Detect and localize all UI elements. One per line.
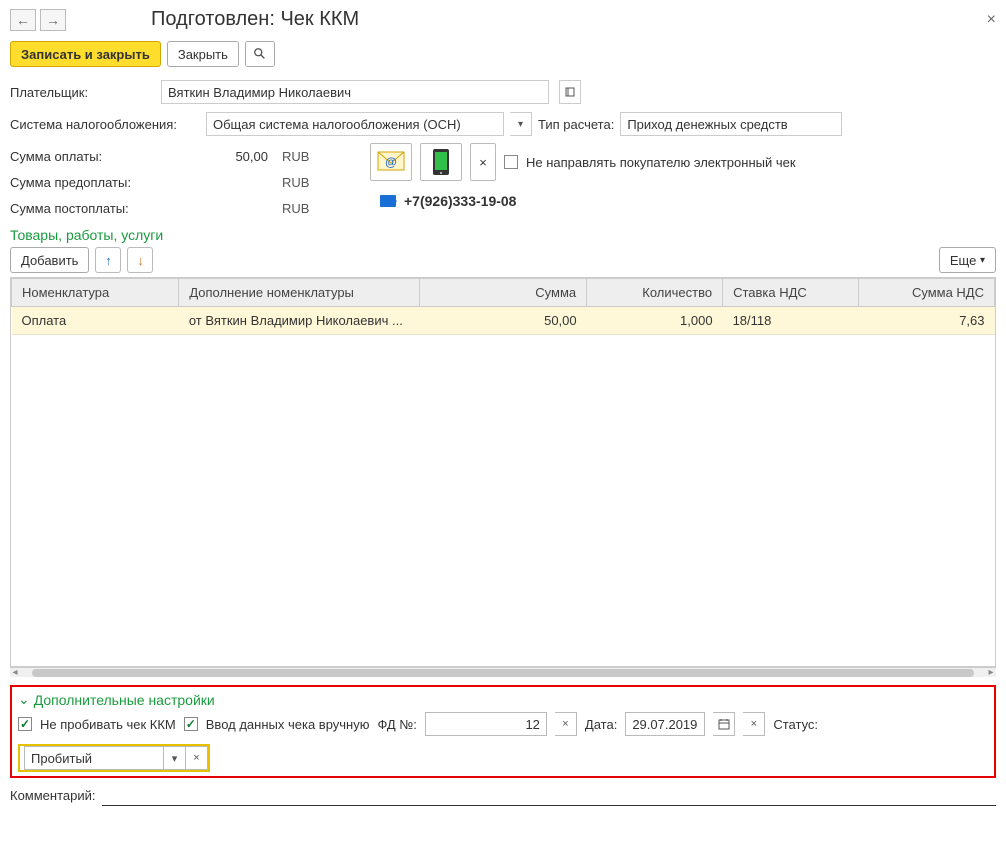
- calendar-icon: [718, 718, 730, 730]
- sum-prepay-label: Сумма предоплаты:: [10, 175, 170, 190]
- date-clear-button[interactable]: ×: [743, 712, 765, 736]
- sum-pay-value: 50,00: [176, 149, 276, 164]
- scroll-left-icon: ◂: [10, 667, 20, 678]
- fd-number-input[interactable]: 12: [425, 712, 547, 736]
- horizontal-scrollbar[interactable]: ◂ ▸: [10, 667, 996, 677]
- email-delivery-button[interactable]: @: [370, 143, 412, 181]
- more-label: Еще: [950, 253, 976, 268]
- status-clear-button[interactable]: ×: [186, 746, 208, 770]
- comment-input[interactable]: [102, 784, 997, 806]
- goods-table[interactable]: Номенклатура Дополнение номенклатуры Сум…: [10, 277, 996, 667]
- col-nomenclature[interactable]: Номенклатура: [12, 279, 179, 307]
- date-picker-button[interactable]: [713, 712, 735, 736]
- move-down-button[interactable]: ↓: [127, 247, 153, 273]
- chevron-down-icon: [18, 691, 30, 708]
- sum-postpay-label: Сумма постоплаты:: [10, 201, 170, 216]
- cell-qty[interactable]: 1,000: [587, 307, 723, 335]
- comment-label: Комментарий:: [10, 788, 96, 803]
- phone-number: +7(926)333-19-08: [404, 193, 516, 209]
- sum-pay-label: Сумма оплаты:: [10, 149, 170, 164]
- scrollbar-thumb[interactable]: [32, 669, 974, 677]
- arrow-up-icon: ↑: [105, 253, 112, 268]
- add-row-button[interactable]: Добавить: [10, 247, 89, 273]
- col-vat[interactable]: Ставка НДС: [723, 279, 859, 307]
- fd-clear-button[interactable]: ×: [555, 712, 577, 736]
- cell-vat[interactable]: 18/118: [723, 307, 859, 335]
- calc-type-label: Тип расчета:: [538, 117, 614, 132]
- payer-value: Вяткин Владимир Николаевич: [168, 85, 351, 100]
- col-addition[interactable]: Дополнение номенклатуры: [179, 279, 420, 307]
- col-qty[interactable]: Количество: [587, 279, 723, 307]
- date-label: Дата:: [585, 717, 617, 732]
- window-close-button[interactable]: ×: [987, 11, 996, 29]
- status-input[interactable]: Пробитый: [24, 746, 164, 770]
- open-icon: [565, 87, 575, 97]
- status-label: Статус:: [773, 717, 818, 732]
- manual-input-label: Ввод данных чека вручную: [206, 717, 370, 732]
- more-menu-button[interactable]: Еще ▾: [939, 247, 996, 273]
- payer-open-button[interactable]: [559, 80, 581, 104]
- page-title: Подготовлен: Чек ККМ: [151, 8, 359, 31]
- nav-forward-button[interactable]: →: [40, 9, 66, 31]
- table-row[interactable]: Оплата от Вяткин Владимир Николаевич ...…: [12, 307, 995, 335]
- payer-label: Плательщик:: [10, 85, 155, 100]
- no-send-checkbox[interactable]: [504, 155, 518, 169]
- email-icon: @: [377, 151, 405, 173]
- fd-number-label: ФД №:: [377, 717, 416, 732]
- nav-back-button[interactable]: ←: [10, 9, 36, 31]
- magnifier-document-icon: [253, 47, 267, 61]
- date-value: 29.07.2019: [626, 717, 704, 732]
- sum-pay-currency: RUB: [282, 149, 322, 164]
- calc-type-value: Приход денежных средств: [627, 117, 787, 132]
- phone-icon: [431, 148, 451, 176]
- additional-settings-panel: Дополнительные настройки Не пробивать че…: [10, 685, 996, 778]
- cell-vsum[interactable]: 7,63: [859, 307, 995, 335]
- payer-input[interactable]: Вяткин Владимир Николаевич: [161, 80, 549, 104]
- col-vatsum[interactable]: Сумма НДС: [859, 279, 995, 307]
- sms-delivery-button[interactable]: [420, 143, 462, 181]
- status-dropdown-button[interactable]: ▾: [164, 746, 186, 770]
- tax-system-value: Общая система налогообложения (ОСН): [213, 117, 461, 132]
- move-up-button[interactable]: ↑: [95, 247, 121, 273]
- additional-settings-toggle[interactable]: Дополнительные настройки: [18, 691, 988, 708]
- status-highlight: Пробитый ▾ ×: [18, 744, 210, 772]
- col-sum[interactable]: Сумма: [419, 279, 586, 307]
- svg-text:@: @: [385, 155, 397, 169]
- goods-tab[interactable]: Товары, работы, услуги: [10, 227, 996, 243]
- no-punch-label: Не пробивать чек ККМ: [40, 717, 176, 732]
- tax-system-input[interactable]: Общая система налогообложения (ОСН): [206, 112, 504, 136]
- tax-system-label: Система налогообложения:: [10, 117, 200, 132]
- sum-postpay-currency: RUB: [282, 201, 322, 216]
- additional-settings-title: Дополнительные настройки: [34, 692, 215, 708]
- tax-system-dropdown-button[interactable]: ▾: [510, 112, 532, 136]
- close-button[interactable]: Закрыть: [167, 41, 239, 67]
- manual-input-checkbox[interactable]: [184, 717, 198, 731]
- no-punch-checkbox[interactable]: [18, 717, 32, 731]
- sum-prepay-currency: RUB: [282, 175, 322, 190]
- status-value: Пробитый: [31, 751, 92, 766]
- fd-number-value: 12: [426, 717, 546, 732]
- preview-button[interactable]: [245, 41, 275, 67]
- scroll-right-icon: ▸: [986, 667, 996, 678]
- cell-dop[interactable]: от Вяткин Владимир Николаевич ...: [179, 307, 420, 335]
- cell-nom[interactable]: Оплата: [12, 307, 179, 335]
- save-and-close-button[interactable]: Записать и закрыть: [10, 41, 161, 67]
- calc-type-input[interactable]: Приход денежных средств: [620, 112, 842, 136]
- clear-delivery-button[interactable]: ×: [470, 143, 496, 181]
- sms-indicator-icon: [380, 195, 396, 207]
- arrow-down-icon: ↓: [137, 253, 144, 268]
- date-input[interactable]: 29.07.2019: [625, 712, 705, 736]
- chevron-down-icon: ▾: [980, 255, 985, 266]
- no-send-label: Не направлять покупателю электронный чек: [526, 155, 796, 170]
- cell-sum[interactable]: 50,00: [419, 307, 586, 335]
